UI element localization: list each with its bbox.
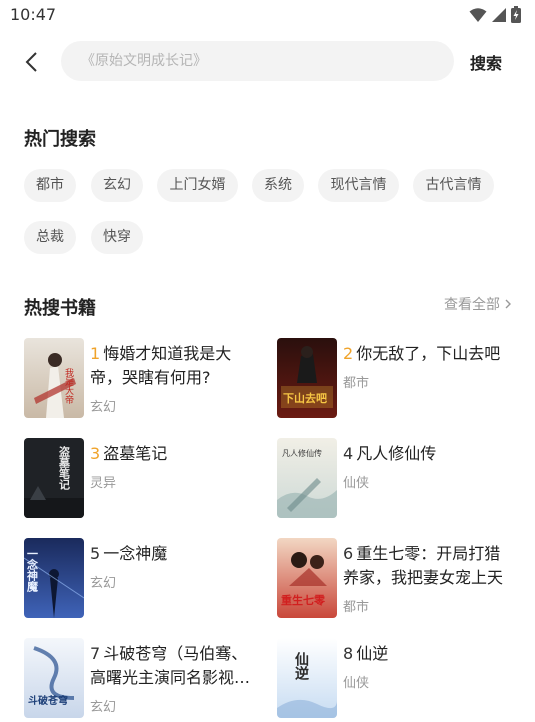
cover-text: 我是大帝 xyxy=(63,368,74,405)
back-button[interactable] xyxy=(18,48,46,76)
book-rank: 6 xyxy=(343,544,354,563)
book-title: 8 仙逆 xyxy=(343,642,515,666)
chevron-left-icon xyxy=(25,52,37,72)
chevron-right-icon xyxy=(505,299,511,309)
wifi-icon xyxy=(469,7,487,22)
search-button[interactable]: 搜索 xyxy=(470,50,502,74)
book-category: 都市 xyxy=(343,376,370,391)
book-item[interactable]: 斗破苍穹 7斗破苍穹（马伯骞、高曙光主演同名影视剧原著） 玄幻 xyxy=(24,638,264,720)
hot-books-title: 热搜书籍 xyxy=(24,298,96,319)
book-category: 仙侠 xyxy=(343,676,370,691)
view-all-label: 查看全部 xyxy=(444,297,500,313)
book-title-text: 悔婚才知道我是大帝，哭瞎有何用? xyxy=(90,344,232,387)
book-cover: 重生七零 xyxy=(277,538,337,618)
book-rank: 8 xyxy=(343,644,354,663)
view-all-link[interactable]: 查看全部 xyxy=(444,294,513,314)
book-rank: 4 xyxy=(343,444,354,463)
book-title-text: 仙逆 xyxy=(356,644,389,663)
book-title: 6 重生七零：开局打猎养家，我把妻女宠上天 xyxy=(343,542,515,590)
tag-ceo[interactable]: 总裁 xyxy=(24,221,76,254)
book-title-text: 盗墓笔记 xyxy=(103,444,168,463)
search-box[interactable] xyxy=(61,41,454,81)
book-item[interactable]: 凡人修仙传 4 凡人修仙传 仙侠 xyxy=(277,438,517,520)
search-row: 搜索 xyxy=(0,40,535,84)
book-cover: 下山去吧 xyxy=(277,338,337,418)
book-rank: 2 xyxy=(343,344,354,363)
book-category: 都市 xyxy=(343,600,370,615)
book-title: 3 盗墓笔记 xyxy=(90,442,262,466)
book-item[interactable]: 重生七零 6 重生七零：开局打猎养家，我把妻女宠上天 都市 xyxy=(277,538,517,620)
status-bar: 10:47 xyxy=(0,0,535,30)
book-item[interactable]: 仙逆 8 仙逆 仙侠 xyxy=(277,638,517,720)
book-category: 玄幻 xyxy=(90,576,117,591)
book-rank: 5 xyxy=(90,544,101,563)
book-title: 7斗破苍穹（马伯骞、高曙光主演同名影视剧原著） xyxy=(90,642,262,690)
book-title-text: 一念神魔 xyxy=(103,544,168,563)
cover-text: 下山去吧 xyxy=(283,391,327,405)
book-cover: 仙逆 xyxy=(277,638,337,718)
cover-text: 重生七零 xyxy=(281,593,326,607)
book-cover: 一念神魔 xyxy=(24,538,84,618)
signal-icon xyxy=(492,7,506,22)
hot-search-title: 热门搜索 xyxy=(24,129,96,150)
book-cover: 我是大帝 xyxy=(24,338,84,418)
book-title: 2 你无敌了，下山去吧 xyxy=(343,342,515,366)
book-item[interactable]: 我是大帝 1 悔婚才知道我是大帝，哭瞎有何用? 玄幻 xyxy=(24,338,264,420)
book-title: 5 一念神魔 xyxy=(90,542,262,566)
tag-modern-romance[interactable]: 现代言情 xyxy=(318,169,399,202)
book-category: 玄幻 xyxy=(90,700,117,715)
status-time: 10:47 xyxy=(10,5,57,24)
book-title: 4 凡人修仙传 xyxy=(343,442,515,466)
book-category: 玄幻 xyxy=(90,400,117,415)
tag-ancient-romance[interactable]: 古代言情 xyxy=(413,169,494,202)
book-item[interactable]: 一念神魔 5 一念神魔 玄幻 xyxy=(24,538,264,620)
tag-urban[interactable]: 都市 xyxy=(24,169,76,202)
book-item[interactable]: 盗墓笔记 3 盗墓笔记 灵异 xyxy=(24,438,264,520)
tag-quick-travel[interactable]: 快穿 xyxy=(91,221,143,254)
book-title: 1 悔婚才知道我是大帝，哭瞎有何用? xyxy=(90,342,262,390)
cover-text: 一念神魔 xyxy=(26,548,40,593)
book-cover: 凡人修仙传 xyxy=(277,438,337,518)
status-icons xyxy=(469,6,521,23)
book-cover: 斗破苍穹 xyxy=(24,638,84,718)
tag-son-in-law[interactable]: 上门女婿 xyxy=(157,169,238,202)
cover-text: 凡人修仙传 xyxy=(282,448,322,458)
cover-text: 仙逆 xyxy=(293,651,309,681)
book-rank: 7 xyxy=(90,644,101,663)
tag-fantasy[interactable]: 玄幻 xyxy=(91,169,143,202)
book-title-text: 斗破苍穹（马伯骞、高曙光主演同名影视剧原著） xyxy=(90,644,251,687)
book-cover: 盗墓笔记 xyxy=(24,438,84,518)
book-title-text: 凡人修仙传 xyxy=(356,444,437,463)
cover-text: 斗破苍穹 xyxy=(28,694,68,707)
cover-text: 盗墓笔记 xyxy=(58,445,72,491)
book-category: 仙侠 xyxy=(343,476,370,491)
book-rank: 3 xyxy=(90,444,101,463)
book-category: 灵异 xyxy=(90,476,117,491)
battery-icon xyxy=(511,6,521,23)
book-title-text: 你无敌了，下山去吧 xyxy=(356,344,501,363)
book-rank: 1 xyxy=(90,344,101,363)
search-input[interactable] xyxy=(81,41,441,81)
book-title-text: 重生七零：开局打猎养家，我把妻女宠上天 xyxy=(343,544,504,587)
tag-system[interactable]: 系统 xyxy=(252,169,304,202)
book-item[interactable]: 下山去吧 2 你无敌了，下山去吧 都市 xyxy=(277,338,517,420)
